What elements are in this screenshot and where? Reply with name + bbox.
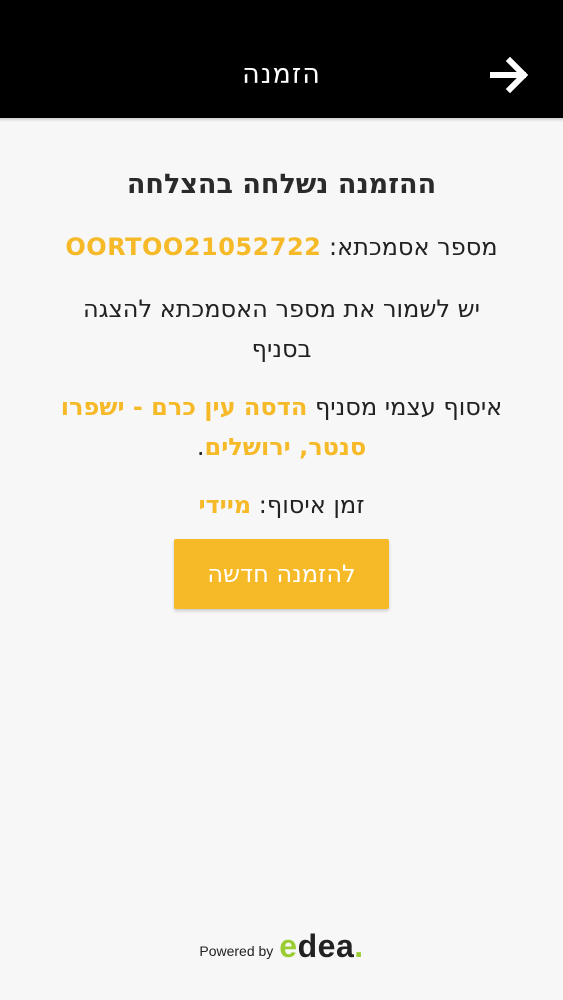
edea-logo: e dea. [279, 928, 363, 965]
arrow-right-icon [490, 57, 529, 93]
pickup-branch-line: איסוף עצמי מסניף הדסה עין כרם - ישפרו סנ… [60, 387, 503, 467]
logo-text: dea [297, 928, 355, 964]
powered-by-footer: Powered by e dea. [0, 928, 563, 965]
top-app-bar: הזמנה [0, 0, 563, 118]
save-notice: יש לשמור את מספר האסמכתא להצגה בסניף [82, 295, 480, 363]
success-title: ההזמנה נשלחה בהצלחה [126, 169, 437, 200]
reference-number: OORTOO21052722 [65, 233, 322, 261]
pickup-time-label: זמן איסוף: [251, 491, 365, 519]
reference-line: מספר אסמכתא: OORTOO21052722 [60, 227, 503, 267]
logo-letter-e: e [279, 928, 298, 964]
pickup-prefix: איסוף עצמי מסניף [307, 393, 503, 421]
powered-by-text: Powered by [199, 942, 274, 959]
back-button[interactable] [482, 52, 538, 98]
pickup-time-line: זמן איסוף: מיידי [60, 485, 503, 525]
pickup-time-value: מיידי [198, 491, 252, 519]
reference-label: מספר אסמכתא: [321, 233, 498, 261]
new-order-button[interactable]: להזמנה חדשה [174, 539, 389, 609]
order-confirmation: ההזמנה נשלחה בהצלחה מספר אסמכתא: OORTOO2… [60, 165, 503, 525]
page-title: הזמנה [242, 59, 321, 90]
app-bar-shadow [0, 118, 563, 122]
logo-dot: . [354, 928, 364, 964]
